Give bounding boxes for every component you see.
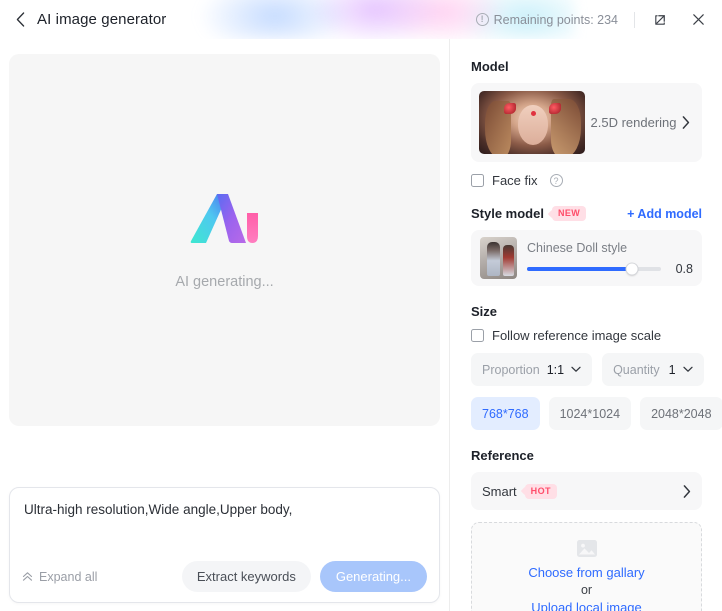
- external-link-icon: [654, 15, 665, 25]
- chevron-down-icon: [571, 366, 581, 372]
- quantity-label: Quantity: [613, 362, 660, 377]
- back-button[interactable]: [10, 10, 30, 30]
- prompt-input-card[interactable]: Ultra-high resolution,Wide angle,Upper b…: [9, 487, 440, 603]
- ai-image-generator-window: AI image generator ! Remaining points: 2…: [0, 0, 722, 611]
- choose-from-gallery-link[interactable]: Choose from gallary: [528, 565, 644, 580]
- quantity-value: 1: [668, 362, 676, 377]
- left-panel: AI generating... Ultra-high resolution,W…: [0, 39, 450, 611]
- model-preview-thumbnail: [479, 91, 585, 154]
- upload-or-text: or: [580, 583, 593, 597]
- size-selects-row: Proportion 1:1 Quantity 1: [471, 353, 704, 386]
- remaining-points: ! Remaining points: 234: [475, 12, 618, 27]
- expand-all-button[interactable]: Expand all: [22, 570, 97, 584]
- follow-scale-row[interactable]: Follow reference image scale: [471, 328, 702, 343]
- new-badge: NEW: [551, 206, 587, 221]
- chevron-right-icon: [682, 116, 690, 129]
- chevron-up-icon: [22, 572, 33, 581]
- slider-fill: [527, 266, 632, 271]
- smart-reference-label: Smart: [482, 483, 517, 499]
- reference-section-label: Reference: [471, 448, 534, 463]
- follow-reference-scale-checkbox[interactable]: [471, 329, 484, 342]
- question-circle-icon[interactable]: ?: [549, 174, 563, 187]
- style-weight-slider[interactable]: [527, 263, 661, 274]
- extract-keywords-button[interactable]: Extract keywords: [181, 561, 311, 592]
- quantity-select[interactable]: Quantity 1: [602, 353, 704, 386]
- add-model-button[interactable]: + Add model: [627, 207, 702, 221]
- style-weight-value: 0.8: [675, 261, 693, 276]
- face-fix-row[interactable]: Face fix ?: [471, 173, 702, 188]
- proportion-label: Proportion: [482, 362, 540, 377]
- prompt-toolbar: Expand all Extract keywords Generating..…: [10, 561, 439, 592]
- image-placeholder-icon: [576, 540, 597, 557]
- header-divider: [634, 11, 635, 28]
- hot-badge: HOT: [524, 483, 557, 499]
- prompt-action-buttons: Extract keywords Generating...: [181, 561, 427, 592]
- style-model-item[interactable]: Chinese Doll style 0.8: [471, 230, 702, 286]
- generating-status-text: AI generating...: [175, 274, 274, 290]
- slider-handle[interactable]: [626, 263, 638, 274]
- style-model-header: Style model NEW + Add model: [471, 206, 702, 221]
- image-preview-area: AI generating...: [9, 54, 440, 426]
- style-model-body: Chinese Doll style 0.8: [527, 241, 693, 276]
- reference-upload-area[interactable]: Choose from gallary or Upload local imag…: [471, 522, 702, 611]
- close-icon: [692, 14, 704, 25]
- resolution-options: 768*768 1024*1024 2048*2048: [471, 397, 722, 430]
- resolution-option-2048[interactable]: 2048*2048: [640, 397, 722, 430]
- resolution-option-768[interactable]: 768*768: [471, 397, 540, 430]
- prompt-input[interactable]: Ultra-high resolution,Wide angle,Upper b…: [24, 500, 425, 520]
- face-fix-label: Face fix: [492, 173, 538, 188]
- smart-reference-item[interactable]: Smart HOT: [471, 472, 702, 510]
- style-preview-thumbnail: [480, 237, 517, 279]
- style-model-name: Chinese Doll style: [527, 240, 628, 255]
- proportion-value: 1:1: [546, 362, 565, 377]
- model-section-label: Model: [471, 59, 509, 74]
- model-selector[interactable]: 2.5D rendering: [471, 83, 702, 162]
- ai-logo-icon: [188, 190, 262, 252]
- size-section-label: Size: [471, 304, 498, 319]
- remaining-points-label: Remaining points: 234: [493, 12, 618, 27]
- chevron-right-icon: [683, 484, 691, 498]
- face-fix-checkbox[interactable]: [471, 174, 484, 187]
- expand-window-button[interactable]: [649, 9, 671, 31]
- proportion-select[interactable]: Proportion 1:1: [471, 353, 593, 386]
- follow-reference-scale-label: Follow reference image scale: [492, 328, 662, 343]
- model-name: 2.5D rendering: [590, 115, 677, 130]
- settings-panel: Model 2.5D rendering Face fix ? Style mo…: [451, 39, 722, 611]
- close-button[interactable]: [687, 9, 709, 31]
- chevron-down-icon: [682, 366, 693, 372]
- expand-all-label: Expand all: [39, 569, 98, 584]
- info-circle-icon: !: [475, 13, 489, 26]
- upload-local-image-link[interactable]: Upload local image: [531, 600, 642, 611]
- generate-button[interactable]: Generating...: [319, 561, 427, 592]
- style-model-section-label: Style model: [471, 206, 544, 221]
- header-actions: ! Remaining points: 234: [475, 0, 722, 39]
- style-weight-row: 0.8: [527, 262, 693, 276]
- resolution-option-1024[interactable]: 1024*1024: [548, 397, 632, 430]
- chevron-left-icon: [16, 12, 24, 27]
- page-title: AI image generator: [37, 11, 167, 28]
- window-header: AI image generator ! Remaining points: 2…: [0, 0, 722, 39]
